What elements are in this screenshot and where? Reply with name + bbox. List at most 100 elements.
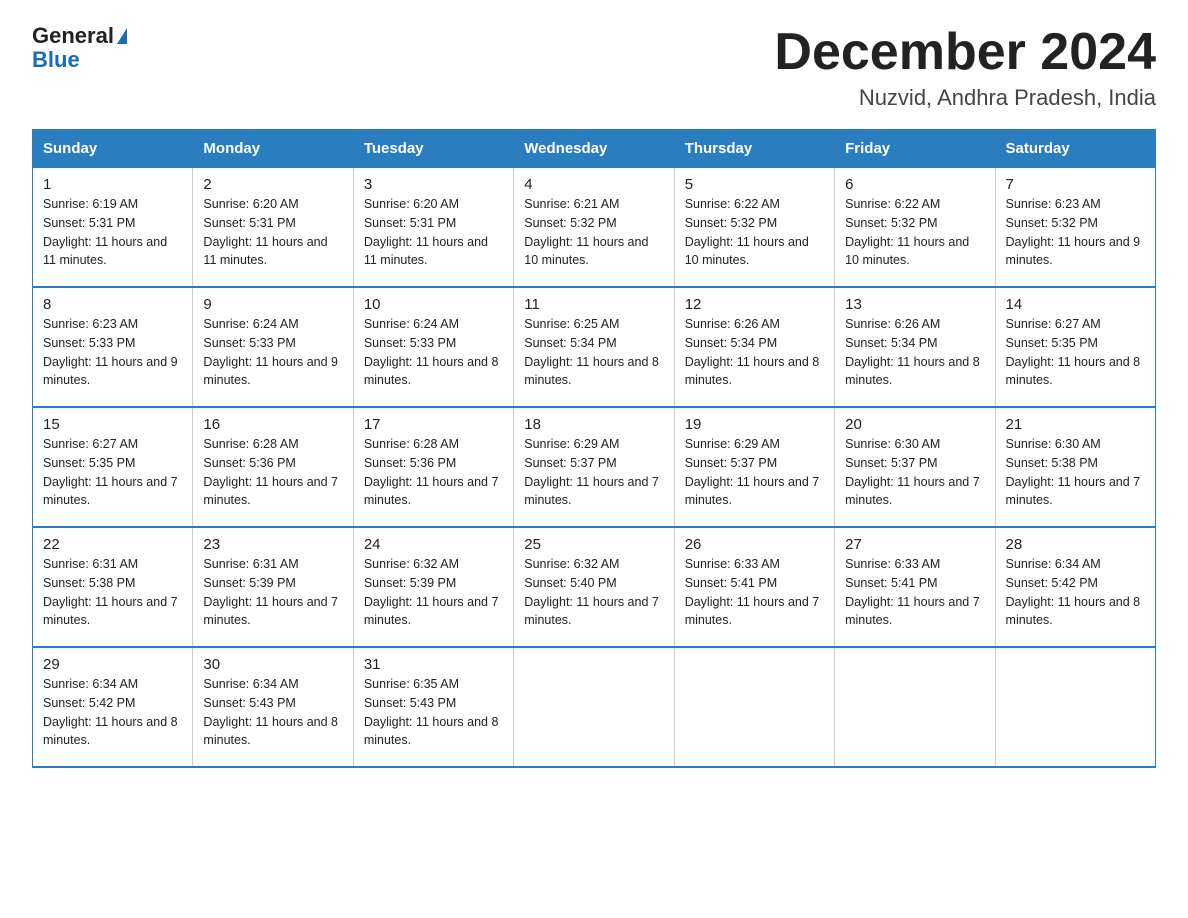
calendar-cell: 26 Sunrise: 6:33 AMSunset: 5:41 PMDaylig… bbox=[674, 527, 834, 647]
day-number: 21 bbox=[1006, 416, 1145, 433]
day-number: 10 bbox=[364, 296, 503, 313]
day-number: 4 bbox=[524, 176, 663, 193]
calendar-cell bbox=[674, 647, 834, 767]
day-info: Sunrise: 6:23 AMSunset: 5:33 PMDaylight:… bbox=[43, 317, 178, 387]
calendar-week-row: 8 Sunrise: 6:23 AMSunset: 5:33 PMDayligh… bbox=[33, 287, 1156, 407]
calendar-week-row: 15 Sunrise: 6:27 AMSunset: 5:35 PMDaylig… bbox=[33, 407, 1156, 527]
day-info: Sunrise: 6:30 AMSunset: 5:38 PMDaylight:… bbox=[1006, 437, 1141, 507]
calendar-cell bbox=[995, 647, 1155, 767]
day-number: 23 bbox=[203, 536, 342, 553]
calendar-cell: 30 Sunrise: 6:34 AMSunset: 5:43 PMDaylig… bbox=[193, 647, 353, 767]
day-info: Sunrise: 6:26 AMSunset: 5:34 PMDaylight:… bbox=[845, 317, 980, 387]
calendar-cell: 1 Sunrise: 6:19 AMSunset: 5:31 PMDayligh… bbox=[33, 168, 193, 288]
calendar-cell: 20 Sunrise: 6:30 AMSunset: 5:37 PMDaylig… bbox=[835, 407, 995, 527]
day-info: Sunrise: 6:20 AMSunset: 5:31 PMDaylight:… bbox=[364, 197, 488, 267]
day-number: 31 bbox=[364, 656, 503, 673]
page-header: General Blue December 2024 Nuzvid, Andhr… bbox=[32, 24, 1156, 111]
calendar-cell: 9 Sunrise: 6:24 AMSunset: 5:33 PMDayligh… bbox=[193, 287, 353, 407]
day-info: Sunrise: 6:33 AMSunset: 5:41 PMDaylight:… bbox=[685, 557, 820, 627]
day-info: Sunrise: 6:34 AMSunset: 5:43 PMDaylight:… bbox=[203, 677, 338, 747]
day-info: Sunrise: 6:35 AMSunset: 5:43 PMDaylight:… bbox=[364, 677, 499, 747]
day-number: 1 bbox=[43, 176, 182, 193]
calendar-cell: 2 Sunrise: 6:20 AMSunset: 5:31 PMDayligh… bbox=[193, 168, 353, 288]
day-info: Sunrise: 6:24 AMSunset: 5:33 PMDaylight:… bbox=[364, 317, 499, 387]
calendar-cell: 14 Sunrise: 6:27 AMSunset: 5:35 PMDaylig… bbox=[995, 287, 1155, 407]
day-info: Sunrise: 6:34 AMSunset: 5:42 PMDaylight:… bbox=[1006, 557, 1141, 627]
calendar-cell: 16 Sunrise: 6:28 AMSunset: 5:36 PMDaylig… bbox=[193, 407, 353, 527]
calendar-cell: 6 Sunrise: 6:22 AMSunset: 5:32 PMDayligh… bbox=[835, 168, 995, 288]
day-info: Sunrise: 6:21 AMSunset: 5:32 PMDaylight:… bbox=[524, 197, 648, 267]
day-info: Sunrise: 6:32 AMSunset: 5:39 PMDaylight:… bbox=[364, 557, 499, 627]
day-number: 25 bbox=[524, 536, 663, 553]
day-info: Sunrise: 6:22 AMSunset: 5:32 PMDaylight:… bbox=[845, 197, 969, 267]
calendar-table: SundayMondayTuesdayWednesdayThursdayFrid… bbox=[32, 129, 1156, 768]
calendar-cell: 4 Sunrise: 6:21 AMSunset: 5:32 PMDayligh… bbox=[514, 168, 674, 288]
page-title: December 2024 bbox=[774, 24, 1156, 81]
day-info: Sunrise: 6:27 AMSunset: 5:35 PMDaylight:… bbox=[1006, 317, 1141, 387]
day-info: Sunrise: 6:22 AMSunset: 5:32 PMDaylight:… bbox=[685, 197, 809, 267]
day-info: Sunrise: 6:25 AMSunset: 5:34 PMDaylight:… bbox=[524, 317, 659, 387]
calendar-cell bbox=[835, 647, 995, 767]
column-header-friday: Friday bbox=[835, 130, 995, 168]
day-number: 7 bbox=[1006, 176, 1145, 193]
column-header-saturday: Saturday bbox=[995, 130, 1155, 168]
day-number: 26 bbox=[685, 536, 824, 553]
calendar-cell: 13 Sunrise: 6:26 AMSunset: 5:34 PMDaylig… bbox=[835, 287, 995, 407]
column-header-tuesday: Tuesday bbox=[353, 130, 513, 168]
day-number: 17 bbox=[364, 416, 503, 433]
day-number: 12 bbox=[685, 296, 824, 313]
day-number: 29 bbox=[43, 656, 182, 673]
day-number: 8 bbox=[43, 296, 182, 313]
calendar-cell: 5 Sunrise: 6:22 AMSunset: 5:32 PMDayligh… bbox=[674, 168, 834, 288]
calendar-week-row: 1 Sunrise: 6:19 AMSunset: 5:31 PMDayligh… bbox=[33, 168, 1156, 288]
day-number: 5 bbox=[685, 176, 824, 193]
day-number: 28 bbox=[1006, 536, 1145, 553]
day-info: Sunrise: 6:32 AMSunset: 5:40 PMDaylight:… bbox=[524, 557, 659, 627]
calendar-cell bbox=[514, 647, 674, 767]
column-header-thursday: Thursday bbox=[674, 130, 834, 168]
calendar-cell: 17 Sunrise: 6:28 AMSunset: 5:36 PMDaylig… bbox=[353, 407, 513, 527]
day-info: Sunrise: 6:24 AMSunset: 5:33 PMDaylight:… bbox=[203, 317, 338, 387]
calendar-header-row: SundayMondayTuesdayWednesdayThursdayFrid… bbox=[33, 130, 1156, 168]
day-number: 30 bbox=[203, 656, 342, 673]
calendar-cell: 8 Sunrise: 6:23 AMSunset: 5:33 PMDayligh… bbox=[33, 287, 193, 407]
calendar-cell: 18 Sunrise: 6:29 AMSunset: 5:37 PMDaylig… bbox=[514, 407, 674, 527]
day-number: 15 bbox=[43, 416, 182, 433]
calendar-cell: 24 Sunrise: 6:32 AMSunset: 5:39 PMDaylig… bbox=[353, 527, 513, 647]
day-info: Sunrise: 6:31 AMSunset: 5:39 PMDaylight:… bbox=[203, 557, 338, 627]
day-info: Sunrise: 6:19 AMSunset: 5:31 PMDaylight:… bbox=[43, 197, 167, 267]
day-number: 9 bbox=[203, 296, 342, 313]
day-info: Sunrise: 6:28 AMSunset: 5:36 PMDaylight:… bbox=[364, 437, 499, 507]
calendar-cell: 28 Sunrise: 6:34 AMSunset: 5:42 PMDaylig… bbox=[995, 527, 1155, 647]
day-info: Sunrise: 6:26 AMSunset: 5:34 PMDaylight:… bbox=[685, 317, 820, 387]
day-info: Sunrise: 6:29 AMSunset: 5:37 PMDaylight:… bbox=[524, 437, 659, 507]
day-info: Sunrise: 6:34 AMSunset: 5:42 PMDaylight:… bbox=[43, 677, 178, 747]
page-subtitle: Nuzvid, Andhra Pradesh, India bbox=[774, 85, 1156, 111]
day-number: 3 bbox=[364, 176, 503, 193]
day-number: 19 bbox=[685, 416, 824, 433]
calendar-cell: 21 Sunrise: 6:30 AMSunset: 5:38 PMDaylig… bbox=[995, 407, 1155, 527]
calendar-cell: 29 Sunrise: 6:34 AMSunset: 5:42 PMDaylig… bbox=[33, 647, 193, 767]
calendar-cell: 25 Sunrise: 6:32 AMSunset: 5:40 PMDaylig… bbox=[514, 527, 674, 647]
column-header-wednesday: Wednesday bbox=[514, 130, 674, 168]
day-number: 14 bbox=[1006, 296, 1145, 313]
calendar-cell: 23 Sunrise: 6:31 AMSunset: 5:39 PMDaylig… bbox=[193, 527, 353, 647]
day-number: 22 bbox=[43, 536, 182, 553]
day-number: 27 bbox=[845, 536, 984, 553]
day-number: 11 bbox=[524, 296, 663, 313]
day-number: 18 bbox=[524, 416, 663, 433]
calendar-cell: 12 Sunrise: 6:26 AMSunset: 5:34 PMDaylig… bbox=[674, 287, 834, 407]
logo-blue-text: Blue bbox=[32, 48, 80, 72]
calendar-cell: 10 Sunrise: 6:24 AMSunset: 5:33 PMDaylig… bbox=[353, 287, 513, 407]
calendar-cell: 11 Sunrise: 6:25 AMSunset: 5:34 PMDaylig… bbox=[514, 287, 674, 407]
day-info: Sunrise: 6:30 AMSunset: 5:37 PMDaylight:… bbox=[845, 437, 980, 507]
calendar-cell: 15 Sunrise: 6:27 AMSunset: 5:35 PMDaylig… bbox=[33, 407, 193, 527]
day-number: 20 bbox=[845, 416, 984, 433]
day-info: Sunrise: 6:29 AMSunset: 5:37 PMDaylight:… bbox=[685, 437, 820, 507]
day-info: Sunrise: 6:23 AMSunset: 5:32 PMDaylight:… bbox=[1006, 197, 1141, 267]
calendar-cell: 7 Sunrise: 6:23 AMSunset: 5:32 PMDayligh… bbox=[995, 168, 1155, 288]
calendar-week-row: 22 Sunrise: 6:31 AMSunset: 5:38 PMDaylig… bbox=[33, 527, 1156, 647]
logo: General Blue bbox=[32, 24, 127, 72]
day-info: Sunrise: 6:27 AMSunset: 5:35 PMDaylight:… bbox=[43, 437, 178, 507]
title-block: December 2024 Nuzvid, Andhra Pradesh, In… bbox=[774, 24, 1156, 111]
